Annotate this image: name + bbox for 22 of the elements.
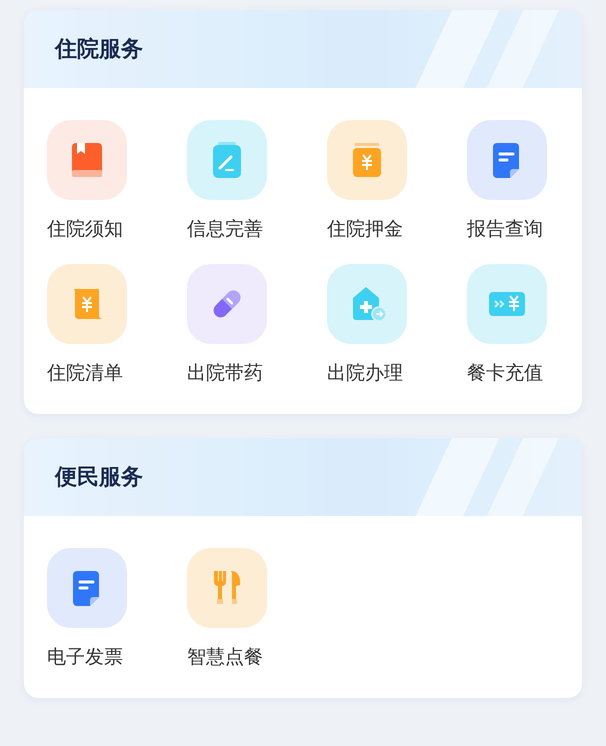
service-tile[interactable] xyxy=(187,264,267,344)
service-label[interactable]: 住院须知 xyxy=(47,216,123,242)
service-tile[interactable] xyxy=(187,120,267,200)
service-label[interactable]: 报告查询 xyxy=(467,216,543,242)
service-label[interactable]: 信息完善 xyxy=(187,216,263,242)
service-label[interactable]: 出院办理 xyxy=(327,360,403,386)
service-tile[interactable] xyxy=(47,264,127,344)
service-tile[interactable] xyxy=(327,120,407,200)
service-label[interactable]: 住院清单 xyxy=(47,360,123,386)
service-label[interactable]: 智慧点餐 xyxy=(187,644,263,670)
service-label[interactable]: 餐卡充值 xyxy=(467,360,543,386)
service-tile[interactable] xyxy=(467,120,547,200)
section-title: 住院服务 xyxy=(55,36,143,64)
service-tile[interactable] xyxy=(467,264,547,344)
service-tile[interactable] xyxy=(47,548,127,628)
service-label[interactable]: 电子发票 xyxy=(47,644,123,670)
service-label[interactable]: 出院带药 xyxy=(187,360,263,386)
section-title: 便民服务 xyxy=(55,464,143,492)
service-tile[interactable] xyxy=(327,264,407,344)
service-tile[interactable] xyxy=(47,120,127,200)
service-tile[interactable] xyxy=(187,548,267,628)
service-label[interactable]: 住院押金 xyxy=(327,216,403,242)
